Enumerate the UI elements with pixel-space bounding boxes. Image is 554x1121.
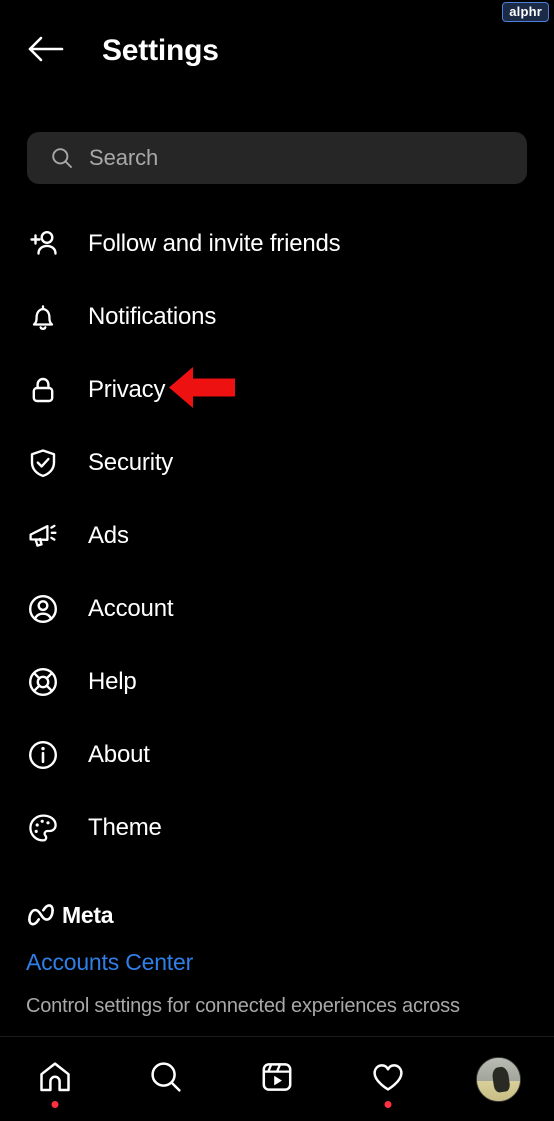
page-title: Settings	[102, 34, 219, 67]
accounts-center-link[interactable]: Accounts Center	[26, 949, 193, 976]
bottom-navigation-bar	[0, 1037, 554, 1121]
menu-item-theme[interactable]: Theme	[0, 791, 554, 864]
alphr-watermark: alphr	[502, 2, 549, 22]
activity-notification-badge	[384, 1101, 392, 1108]
menu-item-label: Security	[88, 448, 174, 476]
menu-item-label: Theme	[88, 813, 162, 841]
menu-item-account[interactable]: Account	[0, 572, 554, 645]
home-icon	[37, 1059, 73, 1100]
menu-item-label: About	[88, 740, 150, 768]
back-arrow-icon	[25, 34, 65, 69]
life-ring-icon	[24, 663, 62, 701]
nav-item-home[interactable]	[10, 1042, 100, 1116]
settings-menu-list: Follow and invite friends Notifications …	[0, 207, 554, 864]
lock-icon	[24, 371, 62, 409]
nav-item-search[interactable]	[121, 1042, 211, 1116]
info-circle-icon	[24, 736, 62, 774]
menu-item-privacy[interactable]: Privacy	[0, 353, 554, 426]
menu-item-label: Privacy	[88, 375, 166, 403]
meta-infinity-icon	[26, 904, 56, 926]
shield-check-icon	[24, 444, 62, 482]
menu-item-follow-and-invite-friends[interactable]: Follow and invite friends	[0, 207, 554, 280]
meta-description: Control settings for connected experienc…	[26, 995, 460, 1017]
menu-item-label: Follow and invite friends	[88, 229, 341, 257]
menu-item-security[interactable]: Security	[0, 426, 554, 499]
search-icon	[148, 1059, 184, 1100]
home-notification-badge	[51, 1101, 59, 1108]
menu-item-about[interactable]: About	[0, 718, 554, 791]
back-button[interactable]	[16, 23, 74, 79]
meta-brand-label: Meta	[62, 901, 114, 928]
menu-item-notifications[interactable]: Notifications	[0, 280, 554, 353]
nav-item-activity[interactable]	[343, 1042, 433, 1116]
search-bar[interactable]: Search	[27, 132, 527, 184]
search-icon	[51, 147, 73, 169]
menu-item-label: Notifications	[88, 302, 217, 330]
reels-icon	[259, 1059, 295, 1100]
avatar-subject	[491, 1065, 512, 1093]
person-add-icon	[24, 225, 62, 263]
menu-item-ads[interactable]: Ads	[0, 499, 554, 572]
nav-item-profile[interactable]	[454, 1042, 544, 1116]
meta-section: Meta Accounts Center Control settings fo…	[26, 898, 536, 1018]
account-circle-icon	[24, 590, 62, 628]
meta-brand: Meta	[26, 898, 536, 932]
palette-icon	[24, 809, 62, 847]
megaphone-icon	[24, 517, 62, 555]
avatar-icon	[476, 1056, 522, 1102]
menu-item-label: Help	[88, 667, 137, 695]
search-input-placeholder[interactable]: Search	[89, 145, 158, 171]
menu-item-help[interactable]: Help	[0, 645, 554, 718]
menu-item-label: Ads	[88, 521, 129, 549]
menu-item-label: Account	[88, 594, 174, 622]
heart-icon	[370, 1059, 406, 1100]
page-header: Settings	[0, 22, 554, 80]
nav-item-reels[interactable]	[232, 1042, 322, 1116]
bell-icon	[24, 298, 62, 336]
